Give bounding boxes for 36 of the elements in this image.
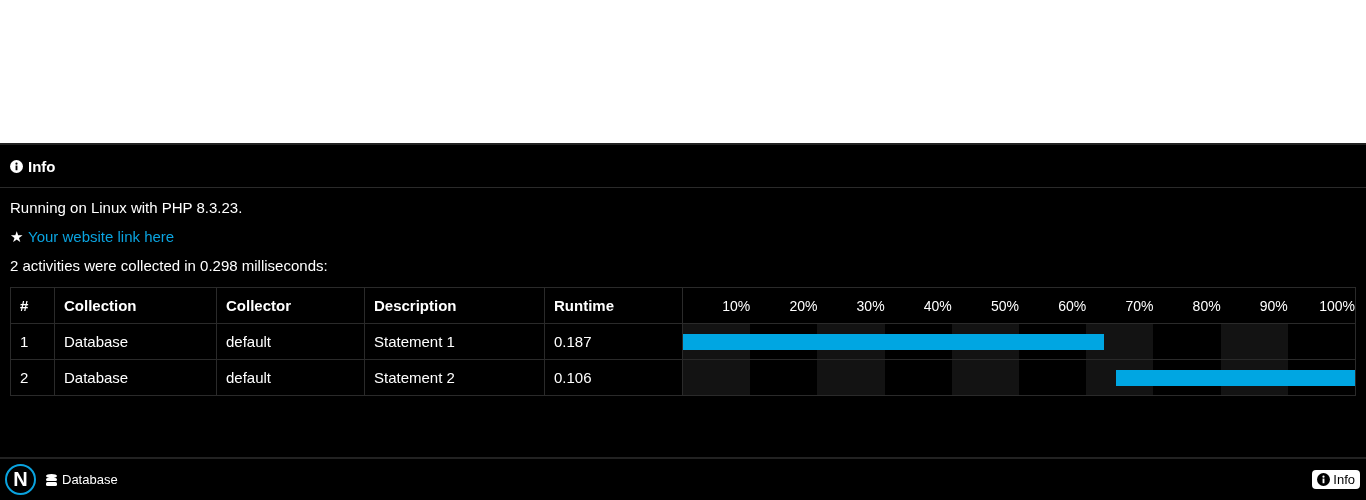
timeline-tick: 20% xyxy=(788,297,818,314)
star-glyph: ★ xyxy=(10,227,23,247)
table-cell: 0.187 xyxy=(544,323,683,360)
table-cell: Statement 1 xyxy=(364,323,545,360)
timeline-tick: 30% xyxy=(855,297,885,314)
website-link[interactable]: Your website link here xyxy=(28,227,175,256)
logo[interactable]: N xyxy=(5,464,36,495)
database-icon xyxy=(46,473,57,486)
timeline-tick: 70% xyxy=(1124,297,1154,314)
table-cell: Database xyxy=(54,359,217,396)
info-button[interactable]: Info xyxy=(1312,470,1360,489)
table-cell: Statement 2 xyxy=(364,359,545,396)
column-header: Description xyxy=(364,287,545,324)
column-header: Collection xyxy=(54,287,217,324)
column-header: Collector xyxy=(216,287,365,324)
column-header: Runtime xyxy=(544,287,683,324)
table-cell: Database xyxy=(54,323,217,360)
table-cell: default xyxy=(216,323,365,360)
info-text: Running on Linux with PHP 8.3.23. xyxy=(10,198,243,218)
table-cell: default xyxy=(216,359,365,396)
timeline-tick: 100% xyxy=(1318,297,1356,314)
timeline-tick: 90% xyxy=(1258,297,1288,314)
info-text: 2 activities were collected in 0.298 milliseconds: xyxy=(10,256,328,276)
timeline-tick: 40% xyxy=(922,297,952,314)
table-cell: 0.106 xyxy=(544,359,683,396)
column-header: # xyxy=(10,287,55,324)
timeline-tick: 60% xyxy=(1057,297,1087,314)
timeline-tick: 50% xyxy=(990,297,1019,314)
table-cell: 2 xyxy=(10,359,55,396)
timeline-tick: 10% xyxy=(721,297,751,314)
timeline-tick: 80% xyxy=(1191,297,1221,314)
footer-tab[interactable]: Database xyxy=(62,472,118,487)
info-icon xyxy=(1317,473,1331,486)
panel-title: Info xyxy=(28,157,56,175)
info-icon xyxy=(10,159,23,173)
table-cell: 1 xyxy=(10,323,55,360)
